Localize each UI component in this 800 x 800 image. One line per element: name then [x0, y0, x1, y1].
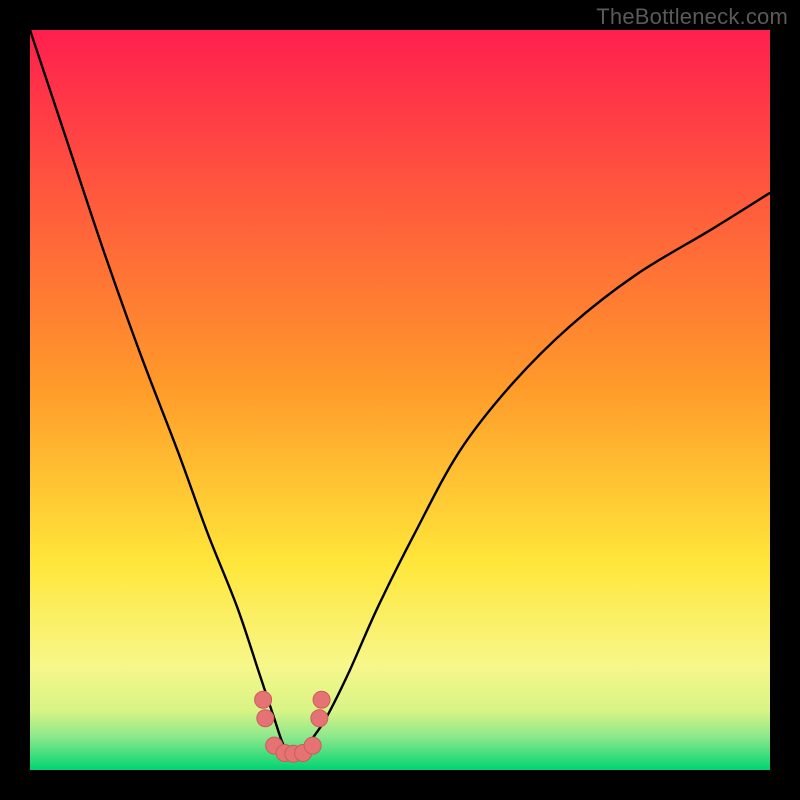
- chart-frame: TheBottleneck.com: [0, 0, 800, 800]
- curve-markers: [255, 691, 330, 762]
- marker-point: [257, 710, 274, 727]
- plot-area: [30, 30, 770, 770]
- watermark-text: TheBottleneck.com: [596, 4, 788, 30]
- marker-point: [311, 710, 328, 727]
- marker-point: [313, 691, 330, 708]
- curve-line: [30, 30, 770, 756]
- bottleneck-curve: [30, 30, 770, 770]
- marker-point: [255, 691, 272, 708]
- marker-point: [304, 737, 321, 754]
